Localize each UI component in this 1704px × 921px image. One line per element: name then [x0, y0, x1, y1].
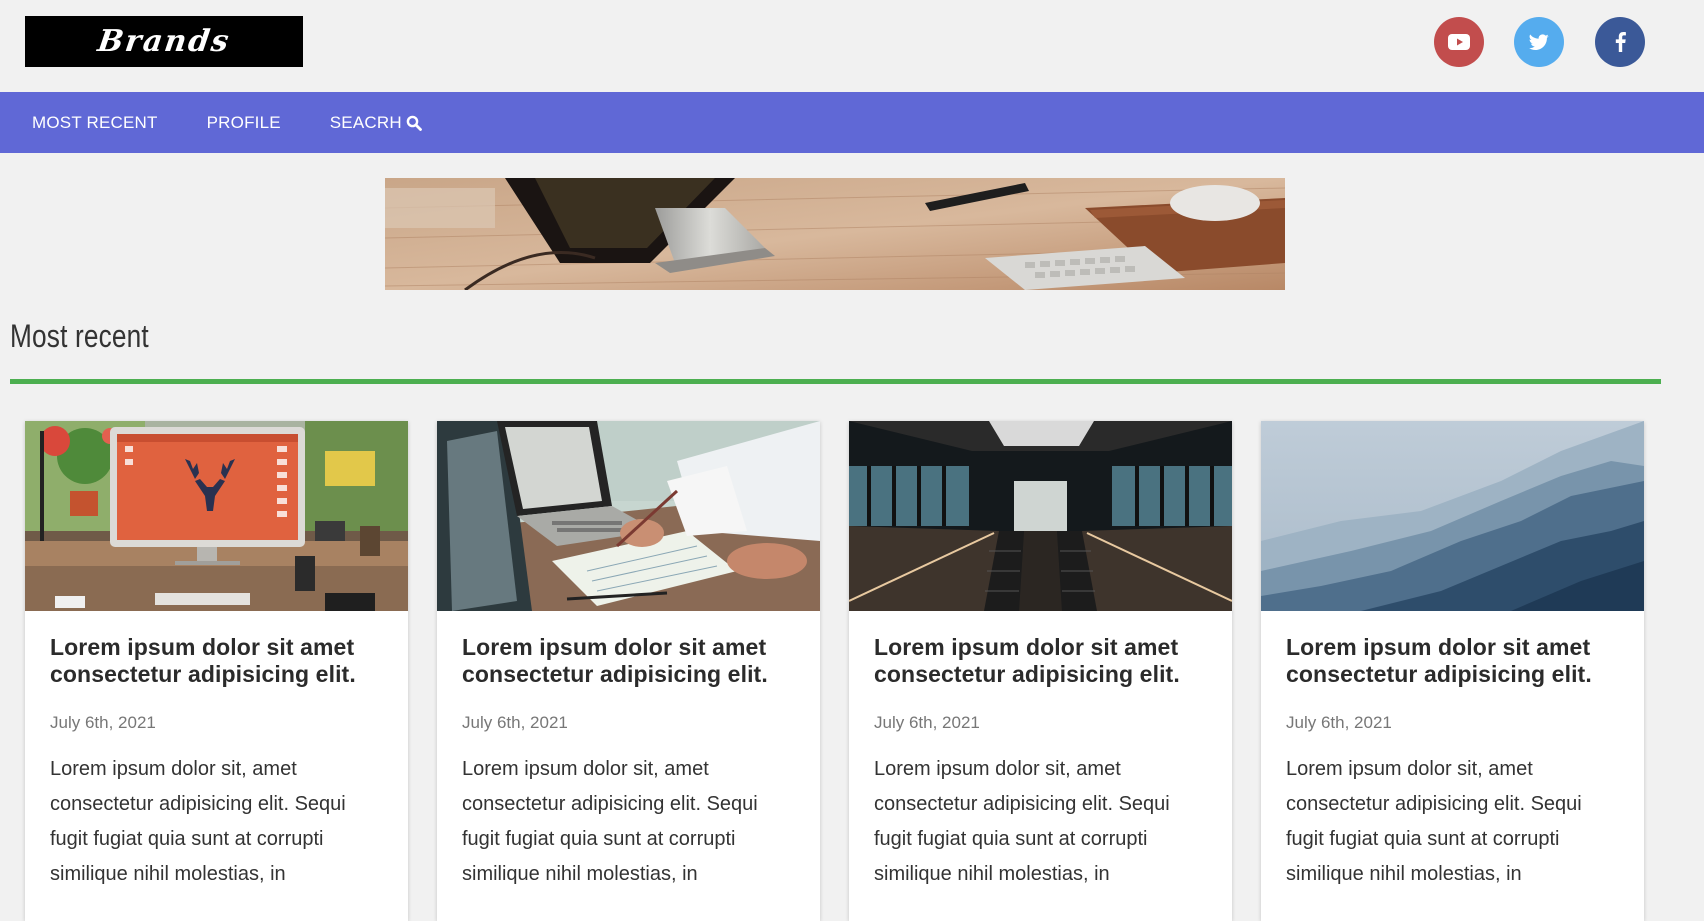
facebook-icon [1615, 32, 1626, 52]
laptop-notes-photo [437, 421, 820, 611]
article-card[interactable]: Lorem ipsum dolor sit amet consectetur a… [849, 421, 1232, 921]
card-body: Lorem ipsum dolor sit amet consectetur a… [849, 634, 1232, 892]
desk-banner-image [385, 178, 1285, 290]
youtube-button[interactable] [1434, 17, 1484, 67]
card-excerpt: Lorem ipsum dolor sit, amet consectetur … [874, 758, 1170, 885]
mountains-photo [1261, 421, 1644, 611]
site-header: Brands [0, 0, 1704, 92]
card-body: Lorem ipsum dolor sit amet consectetur a… [1261, 634, 1644, 892]
desk-computer-photo [25, 421, 408, 611]
nav-item-most-recent[interactable]: MOST RECENT [32, 113, 158, 133]
card-title[interactable]: Lorem ipsum dolor sit amet consectetur a… [874, 634, 1207, 688]
card-body: Lorem ipsum dolor sit amet consectetur a… [25, 634, 408, 892]
article-card[interactable]: Lorem ipsum dolor sit amet consectetur a… [1261, 421, 1644, 921]
brand-logo[interactable]: Brands [25, 16, 303, 67]
facebook-button[interactable] [1595, 17, 1645, 67]
nav-item-label: MOST RECENT [32, 112, 158, 132]
main-nav: MOST RECENT PROFILE SEACRH [0, 92, 1704, 153]
card-image[interactable] [25, 421, 408, 611]
card-body: Lorem ipsum dolor sit amet consectetur a… [437, 634, 820, 892]
search-icon [406, 115, 422, 131]
card-date: July 6th, 2021 [1286, 713, 1392, 732]
card-image[interactable] [437, 421, 820, 611]
card-excerpt: Lorem ipsum dolor sit, amet consectetur … [462, 758, 758, 885]
section-divider [10, 379, 1661, 384]
card-title[interactable]: Lorem ipsum dolor sit amet consectetur a… [1286, 634, 1619, 688]
twitter-icon [1529, 33, 1549, 50]
nav-item-label: SEACRH [329, 112, 402, 132]
card-image[interactable] [1261, 421, 1644, 611]
nav-item-search[interactable]: SEACRH [330, 113, 422, 133]
card-title[interactable]: Lorem ipsum dolor sit amet consectetur a… [50, 634, 383, 688]
card-date: July 6th, 2021 [462, 713, 568, 732]
hero-banner [385, 178, 1285, 290]
escalator-photo [849, 421, 1232, 611]
card-title[interactable]: Lorem ipsum dolor sit amet consectetur a… [462, 634, 795, 688]
twitter-button[interactable] [1514, 17, 1564, 67]
article-card[interactable]: Lorem ipsum dolor sit amet consectetur a… [437, 421, 820, 921]
card-excerpt: Lorem ipsum dolor sit, amet consectetur … [1286, 758, 1582, 885]
card-date: July 6th, 2021 [874, 713, 980, 732]
youtube-icon [1448, 34, 1470, 50]
card-image[interactable] [849, 421, 1232, 611]
section-title: Most recent [10, 318, 149, 354]
logo-text: Brands [95, 24, 233, 59]
card-date: July 6th, 2021 [50, 713, 156, 732]
card-excerpt: Lorem ipsum dolor sit, amet consectetur … [50, 758, 346, 885]
article-card[interactable]: Lorem ipsum dolor sit amet consectetur a… [25, 421, 408, 921]
nav-item-label: PROFILE [206, 112, 281, 132]
nav-item-profile[interactable]: PROFILE [207, 113, 281, 133]
